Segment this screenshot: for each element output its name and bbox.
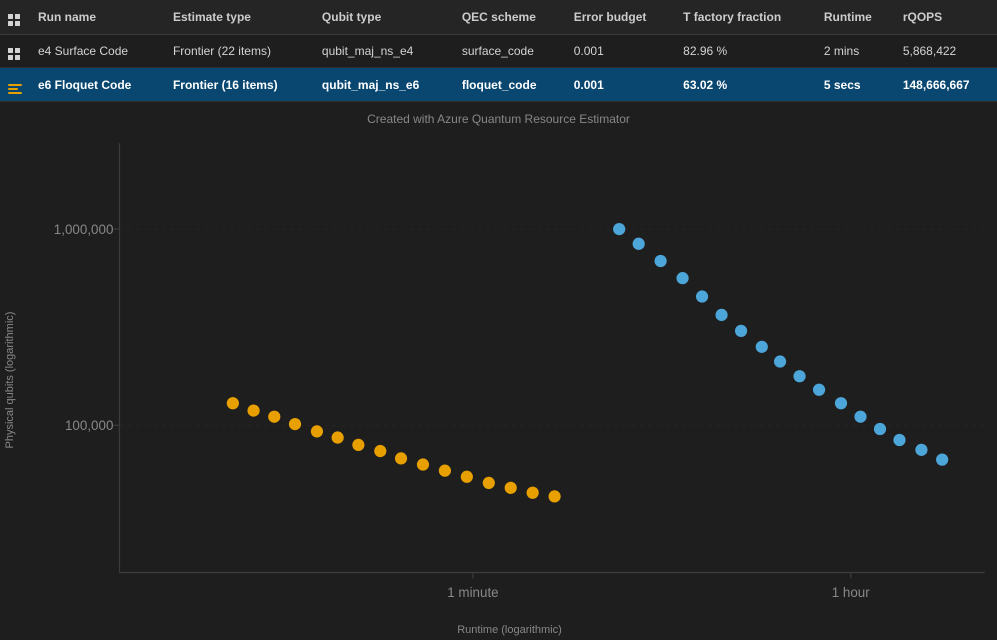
table-row[interactable]: e4 Surface CodeFrontier (22 items)qubit_… (0, 35, 997, 68)
chart-plot-area: 1,000,000 100,000 1 minute 1 hour (22, 131, 997, 629)
cell-estimate-type: Frontier (22 items) (165, 35, 314, 68)
cell-qubit-type: qubit_maj_ns_e6 (314, 68, 454, 102)
col-header-rqops[interactable]: rQOPS (895, 0, 997, 35)
chart-area: Created with Azure Quantum Resource Esti… (0, 102, 997, 640)
table-row[interactable]: e6 Floquet CodeFrontier (16 items)qubit_… (0, 68, 997, 102)
table-header-row: Run name Estimate type Qubit type QEC sc… (0, 0, 997, 35)
cell-error-budget: 0.001 (566, 68, 675, 102)
cell-runtime: 5 secs (816, 68, 895, 102)
app-container: Run name Estimate type Qubit type QEC sc… (0, 0, 997, 593)
svg-text:1 hour: 1 hour (832, 585, 871, 600)
col-header-error-budget[interactable]: Error budget (566, 0, 675, 35)
grid-icon (8, 14, 20, 26)
row-icon-cell (0, 68, 30, 102)
cell-run-name: e6 Floquet Code (30, 68, 165, 102)
cell-rqops: 5,868,422 (895, 35, 997, 68)
y-axis-label: Physical qubits (logarithmic) (0, 131, 22, 629)
col-header-t-factory[interactable]: T factory fraction (675, 0, 816, 35)
results-table: Run name Estimate type Qubit type QEC sc… (0, 0, 997, 102)
cell-qec-scheme: floquet_code (454, 68, 566, 102)
cell-run-name: e4 Surface Code (30, 35, 165, 68)
x-axis-label: Runtime (logarithmic) (22, 622, 997, 640)
svg-text:100,000: 100,000 (65, 418, 113, 433)
cell-qubit-type: qubit_maj_ns_e4 (314, 35, 454, 68)
cell-qec-scheme: surface_code (454, 35, 566, 68)
svg-text:1 minute: 1 minute (447, 585, 498, 600)
col-header-run-name[interactable]: Run name (30, 0, 165, 35)
cell-estimate-type: Frontier (16 items) (165, 68, 314, 102)
cell-t-factory-fraction: 63.02 % (675, 68, 816, 102)
chart-inner: Physical qubits (logarithmic) 1,000,000 (0, 131, 997, 629)
cell-rqops: 148,666,667 (895, 68, 997, 102)
svg-text:1,000,000: 1,000,000 (54, 222, 114, 237)
chart-svg-container: 1,000,000 100,000 1 minute 1 hour (22, 131, 997, 622)
results-table-wrapper: Run name Estimate type Qubit type QEC sc… (0, 0, 997, 102)
col-header-qec-scheme[interactable]: QEC scheme (454, 0, 566, 35)
grid-icon (8, 48, 20, 60)
cell-t-factory-fraction: 82.96 % (675, 35, 816, 68)
chart-svg: 1,000,000 100,000 1 minute 1 hour (22, 131, 997, 622)
col-header-qubit-type[interactable]: Qubit type (314, 0, 454, 35)
col-header-runtime[interactable]: Runtime (816, 0, 895, 35)
row-icon-cell (0, 35, 30, 68)
cell-error-budget: 0.001 (566, 35, 675, 68)
col-header-estimate-type[interactable]: Estimate type (165, 0, 314, 35)
chart-title: Created with Azure Quantum Resource Esti… (0, 112, 997, 126)
col-header-icon (0, 0, 30, 35)
lines-icon (8, 84, 22, 94)
cell-runtime: 2 mins (816, 35, 895, 68)
